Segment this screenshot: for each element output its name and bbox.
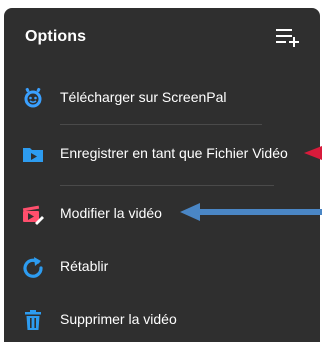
menu-item-restore[interactable]: Rétablir [4, 249, 320, 285]
redo-icon [22, 256, 44, 278]
menu-item-label: Télécharger sur ScreenPal [60, 89, 227, 105]
divider [60, 185, 274, 186]
annotation-blue-arrow [180, 203, 322, 221]
video-edit-icon [22, 203, 44, 225]
panel-header: Options [4, 8, 320, 66]
menu-item-upload-screenpal[interactable]: Télécharger sur ScreenPal [4, 80, 320, 116]
menu-item-label: Supprimer la vidéo [60, 311, 177, 327]
annotation-red-arrow [304, 146, 322, 160]
divider [60, 124, 262, 125]
panel-title: Options [25, 28, 87, 45]
menu-item-label: Enregistrer en tant que Fichier Vidéo [60, 145, 288, 161]
menu-item-save-video-file[interactable]: Enregistrer en tant que Fichier Vidéo [4, 136, 320, 172]
screenpal-logo-icon [22, 87, 44, 109]
playlist-add-icon[interactable] [275, 27, 301, 49]
video-folder-icon [22, 143, 44, 165]
options-panel: Options Télécharger sur ScreenPal Enregi… [4, 8, 320, 342]
trash-icon [22, 309, 44, 331]
menu-item-label: Rétablir [60, 258, 109, 274]
menu-item-label: Modifier la vidéo [60, 205, 162, 221]
menu-item-delete-video[interactable]: Supprimer la vidéo [4, 302, 320, 338]
